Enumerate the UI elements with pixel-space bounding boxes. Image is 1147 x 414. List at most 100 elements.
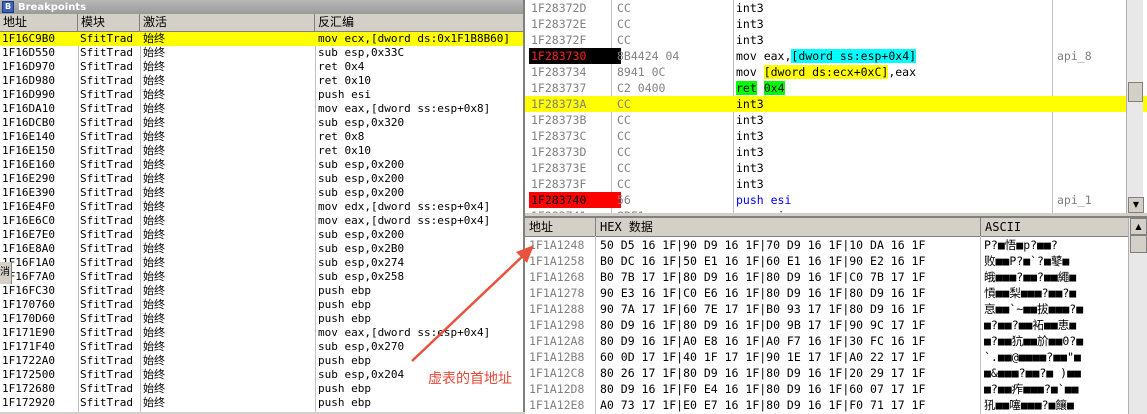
instruction-text: mov esi,ecx [736, 208, 812, 213]
disassembly-row[interactable]: 1F28373F CC int3 [525, 176, 1147, 192]
disassembly-row[interactable]: 1F28373A CC int3 [525, 96, 1147, 112]
dump-scrollbar[interactable]: ▲ [1128, 218, 1147, 414]
instruction-text: mov [dword ds:ecx+0xC],eax [736, 64, 916, 80]
breakpoint-row[interactable]: 1F16DA10 SfitTrad 始终 mov eax,[dword ss:esp+… [0, 102, 523, 116]
dump-row[interactable]: 1F1A1258 B0 DC 16 1F|50 E1 16 1F|60 E1 16… [525, 253, 1147, 269]
bp-disasm: sub esp,0x258 [318, 270, 405, 283]
bp-active: 始终 [143, 340, 165, 353]
instruction-bytes: CC [617, 17, 631, 31]
breakpoint-row[interactable]: 1F16F7A0 SfitTrad 始终 sub esp,0x258 [0, 270, 523, 284]
instruction-text: mov eax,[dword ss:esp+0x4] [736, 48, 917, 64]
breakpoint-row[interactable]: 1F16E140 SfitTrad 始终 ret 0x8 [0, 130, 523, 144]
breakpoint-row[interactable]: 1F16D980 SfitTrad 始终 ret 0x10 [0, 74, 523, 88]
breakpoint-row[interactable]: 1F170760 SfitTrad 始终 push ebp [0, 298, 523, 312]
dump-hex-bytes: B0 7B 17 1F|80 D9 16 1F|80 D9 16 1F|C0 7… [600, 270, 926, 284]
dump-ascii: ■&■■■?■■?■ )■■ [984, 366, 1081, 380]
breakpoint-row[interactable]: 1F16D550 SfitTrad 始终 sub esp,0x33C [0, 46, 523, 60]
breakpoint-row[interactable]: 1F16D990 SfitTrad 始终 push esi [0, 88, 523, 102]
dump-row[interactable]: 1F1A12B8 60 0D 17 1F|40 1F 17 1F|90 1E 17… [525, 349, 1147, 365]
bp-disasm: mov ecx,[dword ds:0x1F1B8B60] [318, 32, 511, 45]
disassembly-row[interactable]: 1F28372E CC int3 [525, 16, 1147, 32]
breakpoint-row[interactable]: 1F16DCB0 SfitTrad 始终 sub esp,0x320 [0, 116, 523, 130]
bp-active: 始终 [143, 74, 165, 87]
disassembly-row[interactable]: 1F2837418BF1 mov esi,ecx [525, 208, 1147, 213]
breakpoint-row[interactable]: 1F16E290 SfitTrad 始终 sub esp,0x200 [0, 172, 523, 186]
bp-disasm: sub esp,0x200 [318, 172, 405, 185]
dump-hex-bytes: 90 7A 17 1F|60 7E 17 1F|B0 93 17 1F|80 D… [600, 302, 926, 316]
col-header-active[interactable]: 激活 [140, 14, 315, 31]
scrollbar-thumb[interactable] [1128, 82, 1143, 102]
bp-disasm: push ebp [318, 312, 371, 325]
dump-row[interactable]: 1F1A12C8 80 26 17 1F|80 D9 16 1F|80 D9 16… [525, 365, 1147, 381]
breakpoint-row[interactable]: 1F172920 SfitTrad 始终 push ebp [0, 396, 523, 410]
dump-row[interactable]: 1F1A1278 90 E3 16 1F|C0 E6 16 1F|80 D9 16… [525, 285, 1147, 301]
bp-module: SfitTrad [80, 228, 133, 241]
disassembly-row[interactable]: 1F28373D CC int3 [525, 144, 1147, 160]
disassembly-row[interactable]: 1F28372F CC int3 [525, 32, 1147, 48]
scrollbar-thumb[interactable] [1130, 235, 1147, 253]
scroll-up-arrow-icon[interactable]: ▲ [1130, 218, 1147, 235]
instruction-bytes: 8BF1 [617, 208, 645, 213]
breakpoint-row[interactable]: 1F170D60 SfitTrad 始终 push ebp [0, 312, 523, 326]
annotation-label: 虚表的首地址 [428, 371, 512, 387]
bp-module: SfitTrad [80, 200, 133, 213]
instruction-text: push esi [736, 192, 791, 208]
dump-row[interactable]: 1F1A12E8 A0 73 17 1F|E0 E7 16 1F|80 D9 16… [525, 397, 1147, 413]
dump-hex-bytes: 80 D9 16 1F|A0 E8 16 1F|A0 F7 16 1F|30 F… [600, 334, 926, 348]
dump-row[interactable]: 1F1A12A8 80 D9 16 1F|A0 E8 16 1F|A0 F7 16… [525, 333, 1147, 349]
disassembly-row[interactable]: 1F28373B CC int3 [525, 112, 1147, 128]
breakpoint-row[interactable]: 1F16E4F0 SfitTrad 始终 mov edx,[dword ss:esp+… [0, 200, 523, 214]
bp-active: 始终 [143, 46, 165, 59]
breakpoint-row[interactable]: 1F16E7E0 SfitTrad 始终 sub esp,0x200 [0, 228, 523, 242]
dump-col-hex[interactable]: HEX 数据 [596, 218, 981, 236]
scroll-down-arrow-icon[interactable]: ▼ [1128, 197, 1144, 213]
breakpoint-row[interactable]: 1F16E390 SfitTrad 始终 sub esp,0x200 [0, 186, 523, 200]
dump-col-ascii[interactable]: ASCII [981, 218, 1129, 236]
instruction-address: 1F28373B [531, 113, 587, 127]
dump-row[interactable]: 1F1A1288 90 7A 17 1F|60 7E 17 1F|B0 93 17… [525, 301, 1147, 317]
breakpoint-row[interactable]: 1F1722A0 SfitTrad 始终 push ebp [0, 354, 523, 368]
bp-module: SfitTrad [80, 102, 133, 115]
disassembly-row[interactable]: 1F28372D CC int3 [525, 0, 1147, 16]
bp-active: 始终 [143, 298, 165, 311]
bp-address: 1F172680 [2, 382, 55, 395]
breakpoint-row[interactable]: 1F171E90 SfitTrad 始终 mov eax,[dword ss:esp+… [0, 326, 523, 340]
breakpoint-row[interactable]: 1F16E6C0 SfitTrad 始终 mov eax,[dword ss:esp+… [0, 214, 523, 228]
dump-row[interactable]: 1F1A1298 80 D9 16 1F|80 D9 16 1F|D0 9B 17… [525, 317, 1147, 333]
dump-row[interactable]: 1F1A1248 50 D5 16 1F|90 D9 16 1F|70 D9 16… [525, 237, 1147, 253]
col-header-disasm[interactable]: 反汇编 [315, 14, 523, 31]
col-header-module[interactable]: 模块 [78, 14, 140, 31]
dump-col-address[interactable]: 地址 [525, 218, 596, 236]
breakpoint-row[interactable]: 1F16C9B0 SfitTrad 始终 mov ecx,[dword ds:0x1F… [0, 32, 523, 46]
disassembly-scrollbar[interactable]: ▼ [1126, 0, 1144, 213]
disassembly-row[interactable]: 1F283734 8941 0C mov [dword ds:ecx+0xC],ea… [525, 64, 1147, 80]
dump-row[interactable]: 1F1A1268 B0 7B 17 1F|80 D9 16 1F|80 D9 16… [525, 269, 1147, 285]
breakpoint-row[interactable]: 1F16D970 SfitTrad 始终 ret 0x4 [0, 60, 523, 74]
disassembly-row[interactable]: 1F283737 C2 0400 ret 0x4 [525, 80, 1147, 96]
disassembly-row[interactable]: 1F283740 56 push esi api_1 [525, 192, 1147, 208]
bp-address: 1F16D980 [2, 74, 55, 87]
bp-active: 始终 [143, 130, 165, 143]
breakpoints-side-tab[interactable]: 消 [0, 262, 12, 284]
breakpoint-row[interactable]: 1F16E150 SfitTrad 始终 ret 0x10 [0, 144, 523, 158]
breakpoint-row[interactable]: 1F16E8A0 SfitTrad 始终 sub esp,0x2B0 [0, 242, 523, 256]
instruction-text: int3 [736, 33, 764, 47]
breakpoint-row[interactable]: 1F171F40 SfitTrad 始终 sub esp,0x270 [0, 340, 523, 354]
breakpoints-window: B Breakpoints 地址 模块 激活 反汇编 1F16C9B0 SfitT… [0, 0, 525, 412]
dump-row[interactable]: 1F1A12D8 80 D9 16 1F|F0 E4 16 1F|80 D9 16… [525, 381, 1147, 397]
col-header-address[interactable]: 地址 [0, 14, 78, 31]
instruction-address: 1F28372F [531, 33, 587, 47]
breakpoint-row[interactable]: 1F16E160 SfitTrad 始终 sub esp,0x200 [0, 158, 523, 172]
bp-active: 始终 [143, 88, 165, 101]
breakpoint-row[interactable]: 1F16F1A0 SfitTrad 始终 sub esp,0x274 [0, 256, 523, 270]
breakpoints-titlebar[interactable]: B Breakpoints [0, 0, 523, 14]
instruction-text: int3 [736, 1, 764, 15]
instruction-address: 1F283734 [531, 65, 587, 79]
bp-active: 始终 [143, 368, 165, 381]
disassembly-row[interactable]: 1F28373E CC int3 [525, 160, 1147, 176]
disassembly-row[interactable]: 1F283730 8B4424 04 mov eax,[dword ss:esp+0… [525, 48, 1147, 64]
breakpoints-title: Breakpoints [18, 1, 87, 13]
disassembly-row[interactable]: 1F28373C CC int3 [525, 128, 1147, 144]
breakpoint-row[interactable]: 1F16FC30 SfitTrad 始终 push ebp [0, 284, 523, 298]
bp-active: 始终 [143, 158, 165, 171]
